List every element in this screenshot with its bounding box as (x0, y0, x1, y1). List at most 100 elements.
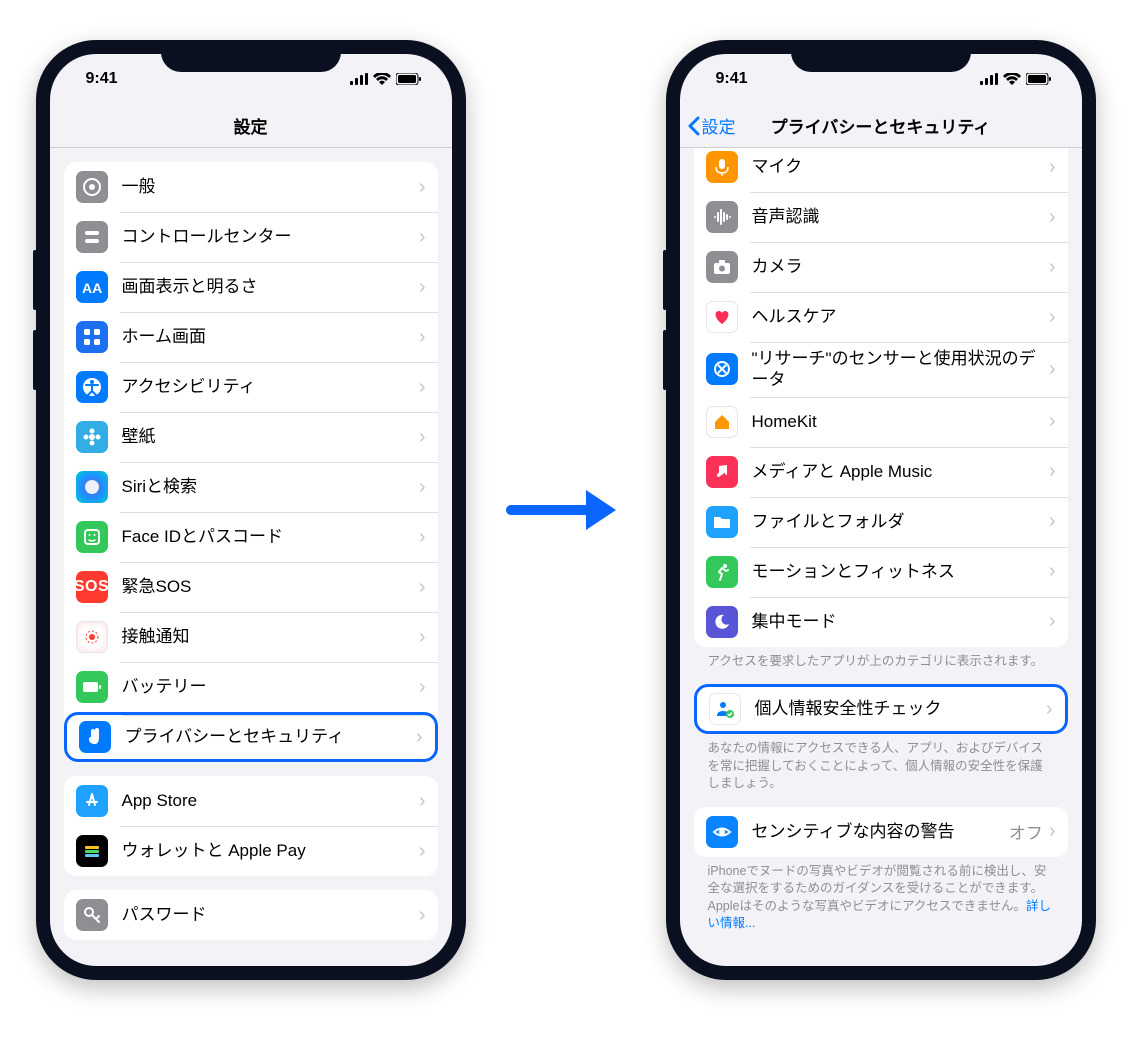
text-size-icon: AA (76, 271, 108, 303)
chevron-right-icon: › (1049, 358, 1056, 381)
group-footer: あなたの情報にアクセスできる人、アプリ、およびデバイスを常に把握しておくことによ… (694, 734, 1068, 793)
row-focus[interactable]: 集中モード› (694, 597, 1068, 647)
row-label: モーションとフィットネス (752, 561, 1049, 582)
footer-link[interactable]: 詳しい情報... (708, 899, 1052, 931)
wifi-icon (1003, 73, 1021, 85)
folder-icon (706, 506, 738, 538)
row-label: バッテリー (122, 676, 419, 697)
accessibility-icon (76, 371, 108, 403)
cellular-icon (350, 73, 368, 85)
battery-icon (396, 73, 422, 85)
chevron-right-icon: › (419, 376, 426, 399)
row-label: HomeKit (752, 411, 1049, 432)
faceid-icon (76, 521, 108, 553)
settings-group: センシティブな内容の警告オフ› (694, 807, 1068, 857)
row-files[interactable]: ファイルとフォルダ› (694, 497, 1068, 547)
row-privacy[interactable]: プライバシーとセキュリティ› (64, 712, 438, 762)
row-home-screen[interactable]: ホーム画面› (64, 312, 438, 362)
row-battery[interactable]: バッテリー› (64, 662, 438, 712)
wifi-icon (373, 73, 391, 85)
row-general[interactable]: 一般› (64, 162, 438, 212)
toggles-icon (76, 221, 108, 253)
row-label: 集中モード (752, 611, 1049, 632)
row-label: Siriと検索 (122, 476, 419, 497)
notch (161, 40, 341, 72)
row-media[interactable]: メディアと Apple Music› (694, 447, 1068, 497)
row-wallet[interactable]: ウォレットと Apple Pay› (64, 826, 438, 876)
navigation-arrow (506, 480, 626, 540)
chevron-right-icon: › (1046, 698, 1053, 721)
chevron-right-icon: › (419, 226, 426, 249)
row-display[interactable]: AA 画面表示と明るさ› (64, 262, 438, 312)
row-label: 壁紙 (122, 426, 419, 447)
key-icon (76, 899, 108, 931)
screen-privacy: 9:41 設定 プライバシーとセキュリティ マイク›音声認識›カメラ›ヘルスケア… (680, 54, 1082, 966)
chevron-right-icon: › (1049, 560, 1056, 583)
row-label: アクセシビリティ (122, 376, 419, 397)
row-camera[interactable]: カメラ› (694, 242, 1068, 292)
row-label: カメラ (752, 256, 1049, 277)
row-health[interactable]: ヘルスケア› (694, 292, 1068, 342)
chevron-right-icon: › (1049, 156, 1056, 179)
row-wallpaper[interactable]: 壁紙› (64, 412, 438, 462)
chevron-right-icon: › (419, 676, 426, 699)
chevron-right-icon: › (419, 840, 426, 863)
chevron-right-icon: › (419, 626, 426, 649)
status-time: 9:41 (716, 70, 748, 88)
row-safety-check[interactable]: 個人情報安全性チェック› (694, 684, 1068, 734)
row-sos[interactable]: SOS緊急SOS› (64, 562, 438, 612)
person-check-icon (709, 693, 741, 725)
chevron-right-icon: › (1049, 256, 1056, 279)
row-microphone[interactable]: マイク› (694, 148, 1068, 192)
chevron-right-icon: › (1049, 510, 1056, 533)
cellular-icon (980, 73, 998, 85)
back-button[interactable]: 設定 (688, 113, 736, 138)
back-label: 設定 (702, 113, 736, 138)
row-passwords[interactable]: パスワード› (64, 890, 438, 940)
settings-group: App Store›ウォレットと Apple Pay› (64, 776, 438, 876)
heart-icon (706, 301, 738, 333)
waveform-icon (706, 201, 738, 233)
phone-left: 9:41 設定 一般›コントロールセンター›AA画面表示と明るさ›ホーム画面›ア… (36, 40, 466, 980)
chevron-right-icon: › (419, 276, 426, 299)
row-sensitive[interactable]: センシティブな内容の警告オフ› (694, 807, 1068, 857)
row-control-center[interactable]: コントロールセンター› (64, 212, 438, 262)
row-label: 個人情報安全性チェック (755, 698, 1046, 719)
chevron-right-icon: › (1049, 460, 1056, 483)
row-exposure[interactable]: 接触通知› (64, 612, 438, 662)
gear-icon (76, 171, 108, 203)
nav-title: プライバシーとセキュリティ (771, 113, 991, 138)
row-label: 接触通知 (122, 626, 419, 647)
row-homekit[interactable]: HomeKit› (694, 397, 1068, 447)
settings-group: 一般›コントロールセンター›AA画面表示と明るさ›ホーム画面›アクセシビリティ›… (64, 162, 438, 762)
row-label: Face IDとパスコード (122, 526, 419, 547)
privacy-list[interactable]: マイク›音声認識›カメラ›ヘルスケア›"リサーチ"のセンサーと使用状況のデータ›… (680, 148, 1082, 966)
row-research[interactable]: "リサーチ"のセンサーと使用状況のデータ› (694, 342, 1068, 397)
nav-bar: 設定 (50, 104, 452, 148)
row-label: ヘルスケア (752, 306, 1049, 327)
row-faceid[interactable]: Face IDとパスコード› (64, 512, 438, 562)
row-label: App Store (122, 790, 419, 811)
row-label: マイク (752, 156, 1049, 177)
row-label: 一般 (122, 176, 419, 197)
chevron-right-icon: › (419, 576, 426, 599)
row-appstore[interactable]: App Store› (64, 776, 438, 826)
row-siri[interactable]: Siriと検索› (64, 462, 438, 512)
row-value: オフ (1009, 819, 1043, 844)
row-accessibility[interactable]: アクセシビリティ› (64, 362, 438, 412)
row-speech[interactable]: 音声認識› (694, 192, 1068, 242)
chevron-right-icon: › (419, 326, 426, 349)
chevron-right-icon: › (1049, 410, 1056, 433)
chevron-right-icon: › (419, 526, 426, 549)
row-motion[interactable]: モーションとフィットネス› (694, 547, 1068, 597)
screen-settings: 9:41 設定 一般›コントロールセンター›AA画面表示と明るさ›ホーム画面›ア… (50, 54, 452, 966)
row-label: パスワード (122, 904, 419, 925)
wallet-icon (76, 835, 108, 867)
row-label: メディアと Apple Music (752, 461, 1049, 482)
chevron-right-icon: › (419, 790, 426, 813)
row-label: センシティブな内容の警告 (752, 821, 1009, 842)
row-label: 画面表示と明るさ (122, 276, 419, 297)
chevron-left-icon (688, 116, 700, 136)
settings-list[interactable]: 一般›コントロールセンター›AA画面表示と明るさ›ホーム画面›アクセシビリティ›… (50, 148, 452, 966)
grid-icon (76, 321, 108, 353)
